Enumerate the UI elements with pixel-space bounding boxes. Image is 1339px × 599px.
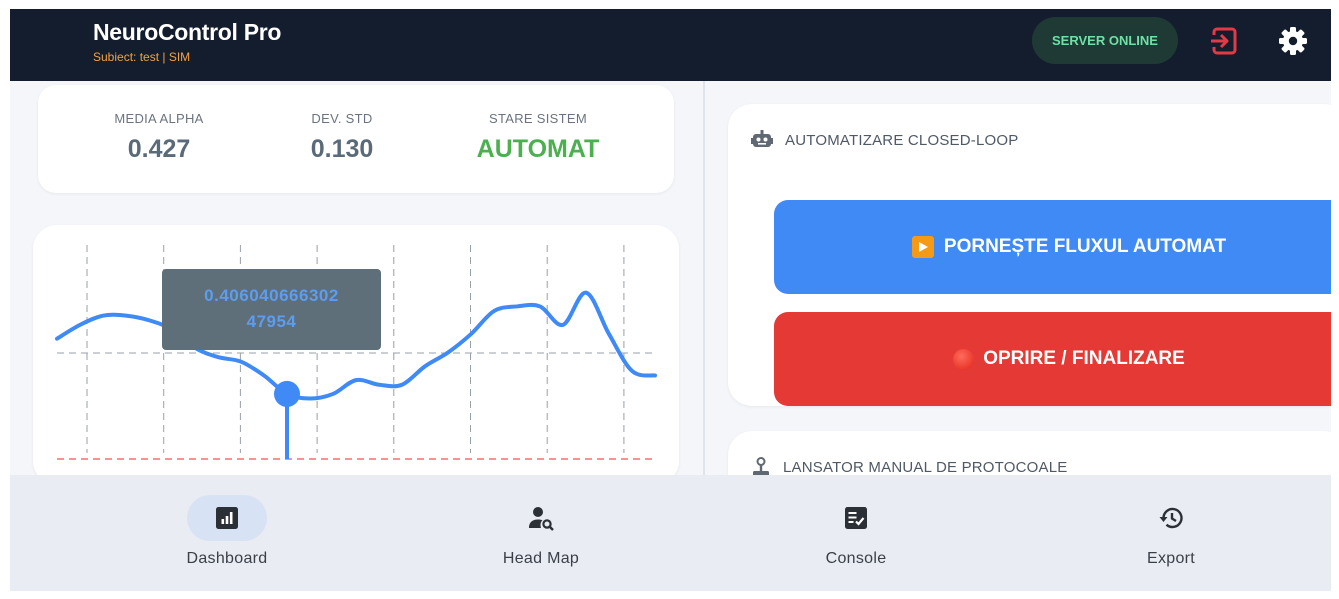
right-panel: AUTOMATIZARE CLOSED-LOOP PORNEȘTE FLUXUL… xyxy=(705,81,1331,475)
manual-section-title: LANSATOR MANUAL DE PROTOCOALE xyxy=(783,458,1068,476)
nav-item-export[interactable]: Export xyxy=(1091,475,1251,591)
robot-icon xyxy=(751,130,773,147)
stop-button-label: OPRIRE / FINALIZARE xyxy=(983,348,1185,369)
nav-label: Console xyxy=(825,550,887,567)
stat-mean-alpha: MEDIA ALPHA 0.427 xyxy=(79,85,239,164)
nav-label: Dashboard xyxy=(186,550,268,567)
alpha-line-chart[interactable] xyxy=(33,225,679,485)
automation-card: AUTOMATIZARE CLOSED-LOOP PORNEȘTE FLUXUL… xyxy=(728,104,1331,406)
stat-std-dev: DEV. STD 0.130 xyxy=(262,85,422,164)
stat-label: DEV. STD xyxy=(311,111,373,126)
nav-label: Export xyxy=(1146,550,1196,567)
stat-system-state: STARE SISTEM AUTOMAT xyxy=(458,85,618,164)
left-panel: MEDIA ALPHA 0.427 DEV. STD 0.130 STARE S… xyxy=(10,81,703,485)
manual-protocols-card: LANSATOR MANUAL DE PROTOCOALE xyxy=(728,431,1331,475)
tooltip-value-line2: 47954 xyxy=(246,312,297,331)
automation-section-header: AUTOMATIZARE CLOSED-LOOP xyxy=(751,130,1018,150)
stat-value: 0.130 xyxy=(310,135,374,163)
stop-finalize-button[interactable]: OPRIRE / FINALIZARE xyxy=(774,312,1331,406)
alpha-chart-card: 0.406040666302 47954 xyxy=(33,225,679,485)
nav-item-console[interactable]: Console xyxy=(776,475,936,591)
tooltip-value-line1: 0.406040666302 xyxy=(204,286,339,305)
chart-tooltip: 0.406040666302 47954 xyxy=(162,269,381,350)
person-search-icon xyxy=(529,507,554,531)
play-icon xyxy=(911,236,934,258)
stat-value: 0.427 xyxy=(127,135,191,163)
joystick-icon xyxy=(753,457,769,475)
automation-section-title: AUTOMATIZARE CLOSED-LOOP xyxy=(785,131,1019,149)
app-title: NeuroControl Pro xyxy=(93,19,282,45)
nav-item-head-map[interactable]: Head Map xyxy=(461,475,621,591)
logout-icon[interactable] xyxy=(1209,26,1239,56)
subject-label: Subiect: test | SIM xyxy=(93,50,191,64)
gear-icon[interactable] xyxy=(1278,26,1308,56)
manual-section-header: LANSATOR MANUAL DE PROTOCOALE xyxy=(751,457,1067,475)
nav-item-dashboard[interactable]: Dashboard xyxy=(147,475,307,591)
server-status-badge: SERVER ONLINE xyxy=(1032,17,1178,64)
nav-label: Head Map xyxy=(502,550,580,567)
checklist-icon xyxy=(845,507,867,529)
dashboard-icon xyxy=(216,507,238,529)
start-button-label: PORNEȘTE FLUXUL AUTOMAT xyxy=(943,236,1227,257)
app-root: NeuroControl Pro Subiect: test | SIM SER… xyxy=(10,9,1331,591)
bottom-navigation: Dashboard Head Map Console Export xyxy=(10,475,1331,591)
system-state-value: AUTOMAT xyxy=(476,135,600,163)
touch-indicator-dot xyxy=(274,380,300,407)
stat-label: MEDIA ALPHA xyxy=(114,111,204,126)
top-bar: NeuroControl Pro Subiect: test | SIM SER… xyxy=(10,9,1331,81)
stats-card: MEDIA ALPHA 0.427 DEV. STD 0.130 STARE S… xyxy=(38,85,674,193)
stat-label: STARE SISTEM xyxy=(489,111,587,126)
start-auto-flow-button[interactable]: PORNEȘTE FLUXUL AUTOMAT xyxy=(774,200,1331,294)
red-circle-icon xyxy=(953,348,975,370)
history-icon xyxy=(1159,507,1183,529)
